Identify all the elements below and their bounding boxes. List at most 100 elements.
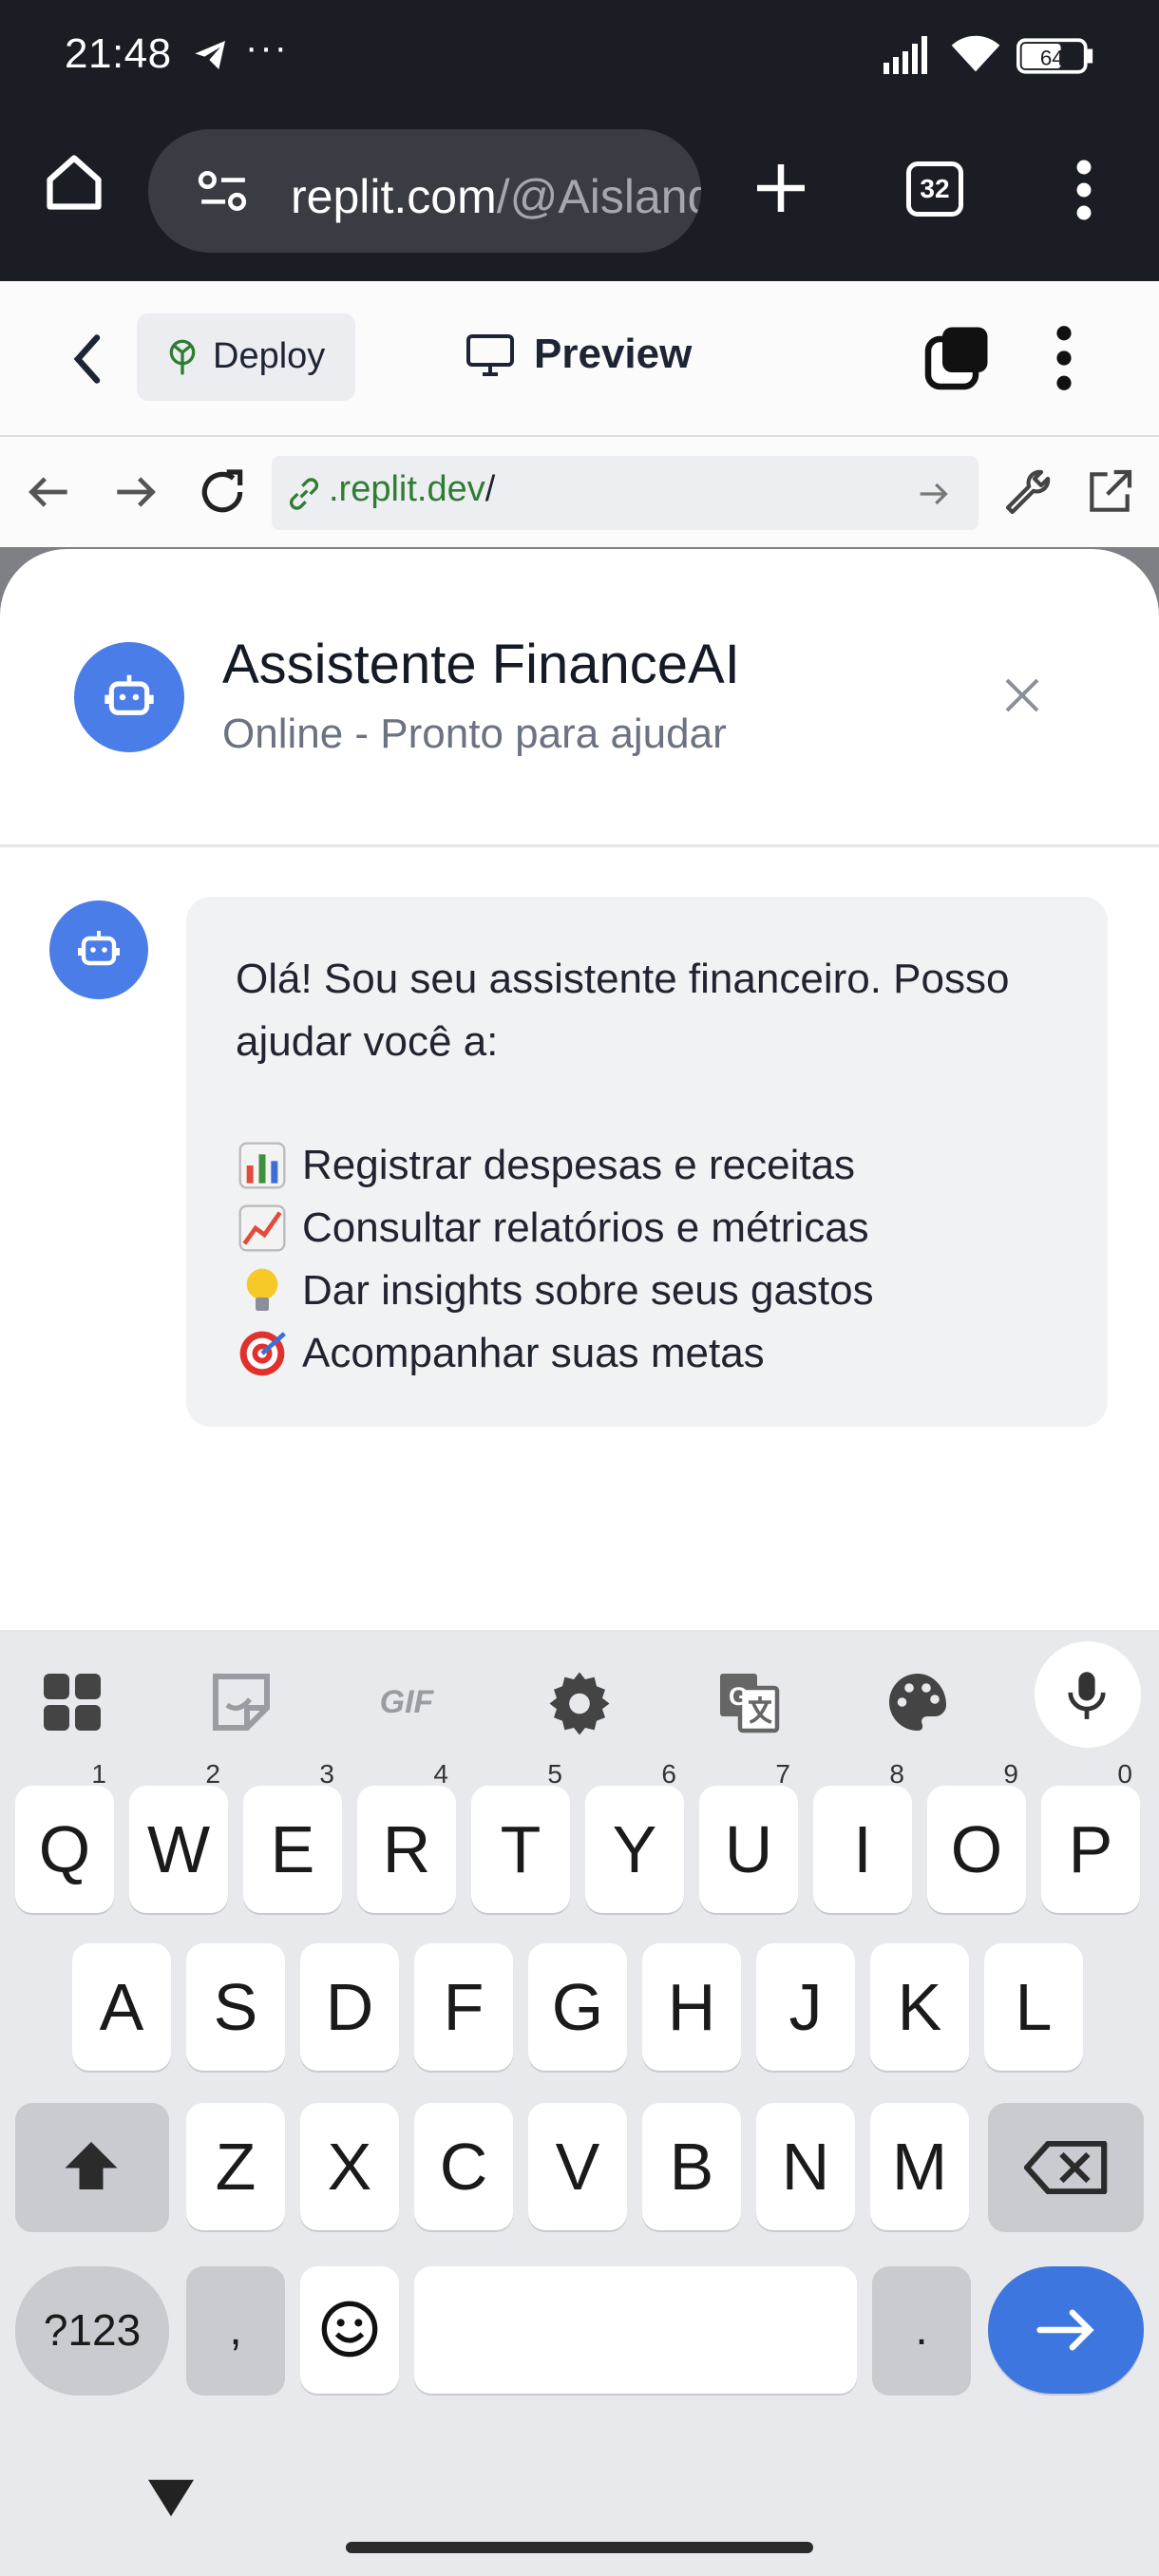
key-f[interactable]: F <box>414 1943 513 2071</box>
key-g[interactable]: G <box>528 1943 627 2071</box>
key-z[interactable]: Z <box>186 2103 285 2230</box>
key-l[interactable]: L <box>984 1943 1083 2071</box>
apps-grid-icon[interactable] <box>38 1668 106 1736</box>
replit-menu-icon[interactable] <box>1051 325 1077 391</box>
battery-icon: 64 <box>1016 38 1094 74</box>
status-bar: 21:48 ··· 64 <box>0 0 1159 112</box>
key-x[interactable]: X <box>300 2103 399 2230</box>
period-key[interactable]: . <box>872 2266 971 2394</box>
space-bar[interactable] <box>414 2266 857 2394</box>
nav-back-arrow-icon[interactable] <box>23 465 76 519</box>
site-settings-icon[interactable] <box>198 169 249 215</box>
right-arrow-icon <box>1036 2309 1094 2351</box>
key-h[interactable]: H <box>642 1943 741 2071</box>
url-bar[interactable]: replit.com/@Aisland <box>148 129 701 253</box>
assistant-avatar <box>74 642 184 752</box>
preview-label: Preview <box>534 331 693 377</box>
message-list-item: Registrar despesas e receitas <box>236 1134 1058 1197</box>
robot-icon <box>104 674 154 715</box>
emoji-key[interactable] <box>300 2266 399 2394</box>
key-a[interactable]: A <box>72 1943 171 2071</box>
message-line: Olá! Sou seu assistente financeiro. Poss… <box>236 956 1010 1002</box>
key-e[interactable]: E3 <box>243 1761 342 1913</box>
devtools-wrench-icon[interactable] <box>1001 465 1054 519</box>
enter-key[interactable] <box>988 2266 1144 2394</box>
key-d[interactable]: D <box>300 1943 399 2071</box>
deploy-label: Deploy <box>213 336 326 376</box>
key-c[interactable]: C <box>414 2103 513 2230</box>
key-q[interactable]: Q1 <box>15 1761 114 1913</box>
microphone-icon <box>1068 1672 1106 1719</box>
browser-menu-icon[interactable] <box>1070 160 1098 220</box>
deploy-icon <box>169 339 196 375</box>
replit-header: Deploy Preview <box>0 281 1159 437</box>
translate-icon[interactable]: G <box>714 1668 783 1736</box>
more-notifications-icon: ··· <box>245 27 289 68</box>
key-o[interactable]: O9 <box>927 1761 1026 1913</box>
preview-nav-bar: .replit.dev/ <box>0 437 1159 547</box>
close-icon[interactable] <box>999 672 1045 718</box>
browser-toolbar: replit.com/@Aisland 32 <box>0 112 1159 281</box>
on-screen-keyboard: GIF G Q1 W2 E3 R4 T5 Y6 U7 I8 O9 P0 A S … <box>0 1630 1159 2576</box>
key-s[interactable]: S <box>186 1943 285 2071</box>
key-k[interactable]: K <box>870 1943 969 2071</box>
nav-forward-arrow-icon[interactable] <box>108 465 162 519</box>
battery-level: 64 <box>1040 46 1064 69</box>
settings-gear-icon[interactable] <box>545 1668 614 1736</box>
comma-key[interactable]: , <box>186 2266 285 2394</box>
telegram-icon <box>195 41 225 69</box>
open-new-window-icon[interactable] <box>1083 465 1136 519</box>
voice-input-button[interactable] <box>1034 1641 1159 1748</box>
key-u[interactable]: U7 <box>699 1761 798 1913</box>
direct-hit-emoji-icon <box>239 1331 286 1376</box>
message-line: ajudar você a: <box>236 1018 499 1065</box>
message-list-item: Dar insights sobre seus gastos <box>236 1260 1058 1322</box>
key-p[interactable]: P0 <box>1041 1761 1140 1913</box>
backspace-icon <box>1024 2141 1108 2194</box>
chat-modal: Assistente FinanceAI Online - Pronto par… <box>0 549 1159 1630</box>
key-v[interactable]: V <box>528 2103 627 2230</box>
clock: 21:48 <box>65 30 172 77</box>
key-n[interactable]: N <box>756 2103 855 2230</box>
svg-text:G: G <box>729 1682 749 1711</box>
chart-increasing-emoji-icon <box>238 1204 286 1252</box>
key-w[interactable]: W2 <box>129 1761 228 1913</box>
key-i[interactable]: I8 <box>813 1761 912 1913</box>
hide-keyboard-icon[interactable] <box>142 2475 200 2521</box>
reload-icon[interactable] <box>196 465 249 519</box>
gesture-home-indicator[interactable] <box>346 2542 813 2553</box>
key-y[interactable]: Y6 <box>585 1761 684 1913</box>
home-icon[interactable] <box>42 150 106 215</box>
symbols-key[interactable]: ?123 <box>15 2266 169 2394</box>
link-icon <box>290 478 318 510</box>
sticker-icon[interactable] <box>207 1668 276 1736</box>
wifi-icon <box>951 35 1000 72</box>
smiley-icon <box>321 2301 378 2358</box>
new-tab-icon[interactable] <box>752 160 809 217</box>
bar-chart-emoji-icon <box>238 1142 286 1189</box>
url-text: replit.com/@Aisland <box>291 170 701 223</box>
deploy-button[interactable]: Deploy <box>137 313 355 401</box>
monitor-icon <box>466 334 514 376</box>
chat-status: Online - Pronto para ajudar <box>222 710 727 757</box>
gif-button[interactable]: GIF <box>372 1668 441 1736</box>
go-arrow-icon[interactable] <box>914 475 952 513</box>
message-list-item: Acompanhar suas metas <box>236 1322 1058 1385</box>
chat-title: Assistente FinanceAI <box>222 634 740 695</box>
robot-icon <box>78 931 120 966</box>
palette-icon[interactable] <box>884 1668 952 1736</box>
key-t[interactable]: T5 <box>471 1761 570 1913</box>
key-j[interactable]: J <box>756 1943 855 2071</box>
message-list-item: Consultar relatórios e métricas <box>236 1197 1058 1260</box>
message-avatar <box>49 900 148 999</box>
back-chevron-icon[interactable] <box>66 331 108 388</box>
backspace-key[interactable] <box>988 2103 1144 2230</box>
key-m[interactable]: M <box>870 2103 969 2230</box>
key-b[interactable]: B <box>642 2103 741 2230</box>
key-r[interactable]: R4 <box>357 1761 456 1913</box>
shift-key[interactable] <box>15 2103 169 2230</box>
chat-header: Assistente FinanceAI Online - Pronto par… <box>0 549 1159 847</box>
tab-switcher-button[interactable]: 32 <box>906 161 963 217</box>
preview-address-bar[interactable]: .replit.dev/ <box>272 456 978 530</box>
layers-icon[interactable] <box>923 325 990 391</box>
